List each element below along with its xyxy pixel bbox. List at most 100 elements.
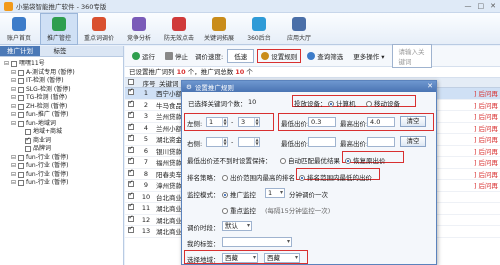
tree-item[interactable]: ⊟ ZH-检测 (暂停) [4,103,119,112]
toolbar-item-2[interactable]: 重点词调价 [80,13,118,45]
tree-checkbox[interactable] [25,146,31,153]
tree-item[interactable]: ⊟ 嘿嘿11号 [4,60,119,69]
tree-item[interactable]: 商业词 [4,136,119,146]
row-checkbox[interactable] [128,99,136,109]
tree-item[interactable]: ⊟ fun-推广 (暂停) [4,111,119,120]
select-all-checkbox[interactable] [128,78,139,87]
more-actions-button[interactable]: 更多操作 ▾ [350,50,387,62]
rank-lowest-radio[interactable]: 排名范围内最低的出价 [299,172,372,182]
right-to-input[interactable]: ▲ ▼ [238,137,260,147]
expand-toggle-icon[interactable]: ⊟ [11,77,18,86]
monitor-interval-select[interactable]: 1 [265,188,285,198]
expand-toggle-icon[interactable]: ⊟ [11,103,18,112]
tree-checkbox[interactable] [25,129,31,136]
clear-button[interactable]: 清空 [400,116,426,127]
dialog-close-button[interactable]: ✕ [427,82,433,90]
toolbar-item-3[interactable]: 竞争分析 [120,13,158,45]
expand-toggle-icon[interactable]: ⊟ [11,120,18,129]
monitor-promo-radio[interactable]: 推广监控 [222,189,256,199]
search-input[interactable]: 请输入关键词 [391,44,432,68]
row-checkbox[interactable] [128,156,136,166]
tree-item[interactable]: ⊟ fun-行业 (暂停) [4,171,119,180]
stop-button[interactable]: 停止 [162,50,191,62]
row-checkbox[interactable] [128,214,136,224]
right-from-input[interactable]: ▲ ▼ [206,137,228,147]
tree-item[interactable]: ⊟ fun-地域词 [4,120,119,129]
tree-item[interactable]: ⊟ fun-行业 (暂停) [4,162,119,171]
expand-toggle-icon[interactable]: ⊟ [11,86,18,95]
settings-rules-button[interactable]: 设置规则 [257,49,302,63]
left-from-input[interactable]: 1 ▲ ▼ [206,117,228,127]
tree-item[interactable]: ⊟ fun-行业 (暂停) [4,179,119,188]
expand-toggle-icon[interactable]: ⊟ [11,94,18,103]
tree-item[interactable]: ⊟ A-测试专用 (暂停) [4,69,119,78]
highest-bid-input-2[interactable] [367,137,395,147]
monitor-key-radio[interactable]: 重点监控 [222,205,256,215]
expand-toggle-icon[interactable]: ⊟ [11,69,18,78]
row-checkbox[interactable] [128,122,136,132]
period-select[interactable]: 默认 [222,221,252,231]
tree-checkbox[interactable] [11,61,17,68]
toolbar-item-1[interactable]: 推广管控 [40,13,78,45]
tab-plans[interactable]: 推广计划 [0,46,40,56]
lowest-bid-input-2[interactable] [308,137,336,147]
left-to-input[interactable]: 3 ▲ ▼ [238,117,260,127]
region-select-1[interactable]: 西藏 [222,253,258,263]
tree-checkbox[interactable] [18,78,24,85]
tag-select[interactable] [222,237,292,247]
tree-checkbox[interactable] [18,163,24,170]
expand-toggle-icon[interactable]: ⊟ [11,154,18,163]
row-checkbox[interactable] [128,145,136,155]
tree-checkbox[interactable] [18,95,24,102]
toolbar-item-7[interactable]: 应用大厅 [280,13,318,45]
minimize-button[interactable]: — [465,2,472,10]
tree-checkbox[interactable] [18,180,24,187]
clear-button-2[interactable]: 清空 [400,136,426,147]
region-select-2[interactable]: 西藏 [264,253,300,263]
highest-bid-input[interactable]: 4.0 [367,117,395,127]
row-checkbox[interactable] [128,225,136,235]
tree-checkbox[interactable] [18,86,24,93]
close-button[interactable]: ✕ [490,2,496,10]
tree-checkbox[interactable] [18,112,24,119]
tree-item[interactable]: ⊟ fun-行业 (暂停) [4,154,119,163]
tab-tags[interactable]: 标签 [40,46,80,56]
toolbar-item-4[interactable]: 防无效点击 [160,13,198,45]
row-checkbox[interactable] [128,179,136,189]
speed-select[interactable]: 低速 [227,49,255,63]
toolbar-item-0[interactable]: 账户首页 [0,13,38,45]
tree-checkbox[interactable] [18,154,24,161]
row-checkbox[interactable] [128,133,136,143]
device-mobile-radio[interactable]: 移动设备 [366,98,400,108]
row-checkbox[interactable] [128,168,136,178]
expand-toggle-icon[interactable]: ⊟ [11,179,18,188]
query-filter-button[interactable]: 查询筛选 [304,50,346,62]
run-button[interactable]: 运行 [129,50,158,62]
tree-checkbox[interactable] [18,103,24,110]
lowest-bid-input[interactable]: 0.3 [308,117,336,127]
row-checkbox[interactable] [128,202,136,212]
expand-toggle-icon[interactable]: ⊟ [11,171,18,180]
tree-item[interactable]: ⊟ SLG-检测 (暂停) [4,86,119,95]
rank-highest-radio[interactable]: 出价范围内最高的排名 [222,172,295,182]
expand-toggle-icon[interactable]: ⊟ [11,111,18,120]
tree-checkbox[interactable] [18,171,24,178]
toolbar-item-5[interactable]: 关键词拓展 [200,13,238,45]
expand-toggle-icon[interactable]: ⊟ [4,60,11,69]
expand-toggle-icon[interactable]: ⊟ [11,162,18,171]
tree-item[interactable]: 地域+商城 [4,128,119,137]
tree-item[interactable]: ⊟ TG-检测 (暂停) [4,94,119,103]
row-checkbox[interactable] [128,191,136,201]
row-checkbox[interactable] [128,110,136,120]
tree-item[interactable]: ⊟ IT-检测 (暂停) [4,77,119,86]
fail-restore-radio[interactable]: 恢复原出价 [345,155,386,165]
tree-item[interactable]: 品牌词 [4,145,119,154]
row-checkbox[interactable] [128,87,136,97]
tree-checkbox[interactable] [18,120,24,127]
maximize-button[interactable]: □ [478,2,485,10]
device-pc-radio[interactable]: 计算机 [328,98,356,108]
fail-auto-radio[interactable]: 自动匹配最优结果 [280,155,340,165]
tree-checkbox[interactable] [18,69,24,76]
toolbar-item-6[interactable]: 360后台 [240,13,278,45]
tree-checkbox[interactable] [25,136,31,144]
